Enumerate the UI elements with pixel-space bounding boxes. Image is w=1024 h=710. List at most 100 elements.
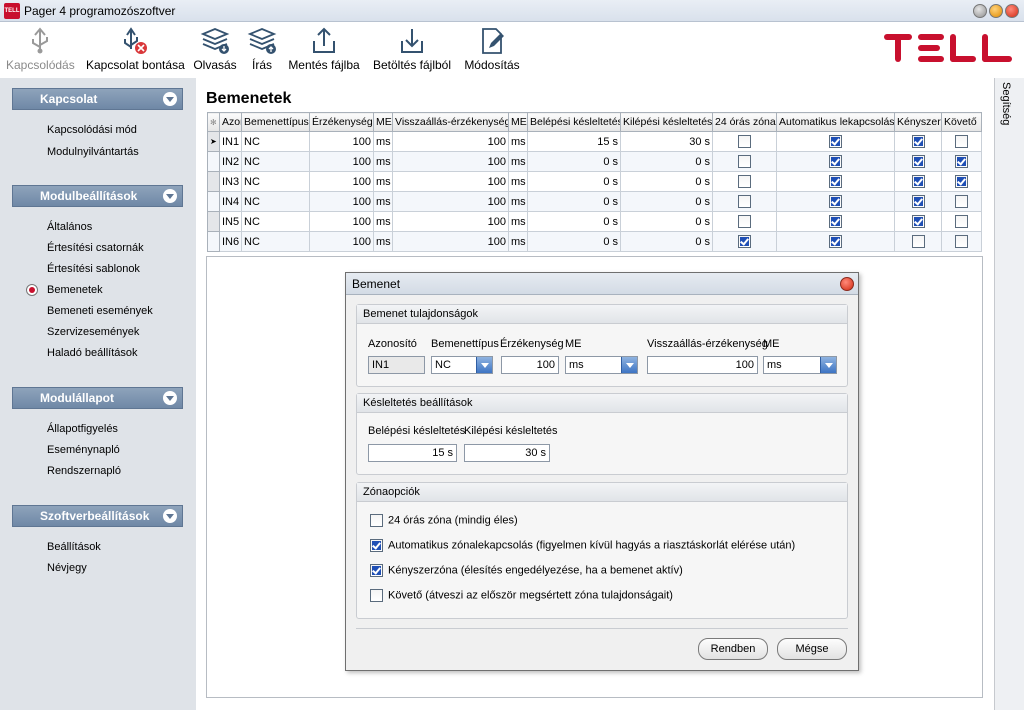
grid-cell[interactable]: ms [373,151,393,172]
grid-cell[interactable]: 100 [392,231,509,252]
sidebar-item-nevjegy[interactable]: Névjegy [47,562,87,574]
grid-cell[interactable]: 0 s [620,211,713,232]
checkbox[interactable] [911,175,925,188]
grid-cell[interactable]: ms [373,191,393,212]
zone-option[interactable]: 24 órás zóna (mindig éles) [370,514,518,527]
table-row[interactable]: ➤ IN1 NC 100 ms 100 ms 15 s 30 s [207,131,982,152]
sidebar-item-beallitasok[interactable]: Beállítások [47,541,101,553]
grid-cell[interactable]: 0 s [620,171,713,192]
checkbox[interactable] [955,135,968,148]
grid-cell[interactable]: NC [241,191,310,212]
sensitivity-unit-select[interactable]: ms [565,356,638,374]
grid-cell[interactable]: IN4 [219,191,242,212]
checkbox[interactable] [829,135,842,148]
sidebar-item-halado-beallitasok[interactable]: Haladó beállítások [47,347,138,359]
grid-checkbox-cell[interactable] [941,171,982,192]
maximize-button[interactable] [989,4,1003,18]
table-row[interactable]: IN2 NC 100 ms 100 ms 0 s0 s [207,151,982,172]
zone-option[interactable]: Automatikus zónalekapcsolás (figyelmen k… [370,539,795,552]
grid-cell[interactable]: IN1 [219,131,242,152]
grid-checkbox-cell[interactable] [894,131,942,152]
grid-cell[interactable]: ms [373,131,393,152]
grid-cell[interactable]: 100 [309,191,374,212]
grid-cell[interactable]: 100 [309,211,374,232]
modify-button[interactable]: Módosítás [462,26,522,76]
dialog-close-button[interactable] [840,277,854,291]
checkbox[interactable] [955,215,968,228]
grid-cell[interactable]: 0 s [527,171,621,192]
checkbox[interactable] [738,175,751,188]
sidebar-item-allapotfigyeles[interactable]: Állapotfigyelés [47,423,118,435]
grid-cell[interactable]: IN6 [219,231,242,252]
col-header[interactable]: 24 órás zóna [712,112,777,132]
table-row[interactable]: IN3 NC 100 ms 100 ms 0 s0 s [207,171,982,192]
grid-cell[interactable]: 0 s [527,151,621,172]
grid-cell[interactable]: 0 s [527,231,621,252]
checkbox[interactable] [738,155,751,168]
grid-checkbox-cell[interactable] [941,191,982,212]
grid-cell[interactable]: NC [241,131,310,152]
col-header[interactable]: Belépési késleltetés [527,112,621,132]
checkbox[interactable] [911,155,925,168]
zone-option[interactable]: Követő (átveszi az először megsértett zó… [370,589,673,602]
checkbox[interactable] [370,564,383,577]
col-header[interactable]: Érzékenység [309,112,374,132]
grid-checkbox-cell[interactable] [941,211,982,232]
sidebar-section-szoftverbeallitasok[interactable]: Szoftverbeállítások [12,505,183,527]
grid-cell[interactable]: ms [508,231,528,252]
grid-cell[interactable]: ms [508,211,528,232]
grid-cell[interactable]: NC [241,211,310,232]
save-to-file-button[interactable]: Mentés fájlba [286,26,362,76]
grid-checkbox-cell[interactable] [776,231,895,252]
col-header[interactable]: Visszaállás-érzékenység [392,112,509,132]
restore-sensitivity-field[interactable]: 100 [647,356,758,374]
checkbox[interactable] [829,155,842,168]
ok-button[interactable]: Rendben [698,638,768,660]
checkbox[interactable] [738,135,751,148]
sidebar-section-modulallapot[interactable]: Modulállapot [12,387,183,409]
checkbox[interactable] [911,235,925,248]
grid-cell[interactable]: NC [241,151,310,172]
checkbox[interactable] [738,215,751,228]
sidebar-item-ertesitesi-sablonok[interactable]: Értesítési sablonok [47,263,140,275]
grid-cell[interactable]: 0 s [620,191,713,212]
grid-cell[interactable]: ms [508,131,528,152]
grid-cell[interactable]: 30 s [620,131,713,152]
grid-cell[interactable]: 100 [309,171,374,192]
checkbox[interactable] [955,235,968,248]
col-header[interactable]: ME [508,112,528,132]
grid-cell[interactable]: 100 [392,171,509,192]
checkbox[interactable] [955,195,968,208]
col-header[interactable]: Kényszer [894,112,942,132]
grid-checkbox-cell[interactable] [712,151,777,172]
entry-delay-field[interactable]: 15 s [368,444,457,462]
checkbox[interactable] [911,135,925,148]
read-button[interactable]: Olvasás [192,26,238,76]
type-select[interactable]: NC [431,356,493,374]
checkbox[interactable] [911,215,925,228]
checkbox[interactable] [370,514,383,527]
table-row[interactable]: IN6 NC 100 ms 100 ms 0 s0 s [207,231,982,252]
minimize-button[interactable] [973,4,987,18]
grid-checkbox-cell[interactable] [776,131,895,152]
checkbox[interactable] [829,215,842,228]
checkbox[interactable] [738,195,751,208]
grid-cell[interactable]: ms [373,211,393,232]
grid-cell[interactable]: 100 [309,151,374,172]
zone-option[interactable]: Kényszerzóna (élesítés engedélyezése, ha… [370,564,683,577]
grid-cell[interactable]: 100 [309,131,374,152]
sidebar-item-esemenynaplo[interactable]: Eseménynapló [47,444,120,456]
sidebar-item-ertesitesi-csatornak[interactable]: Értesítési csatornák [47,242,144,254]
sidebar-item-rendszernaplo[interactable]: Rendszernapló [47,465,121,477]
col-header[interactable]: Bemenettípus [241,112,310,132]
checkbox[interactable] [738,235,751,248]
grid-cell[interactable]: ms [373,171,393,192]
grid-cell[interactable]: 15 s [527,131,621,152]
table-row[interactable]: IN4 NC 100 ms 100 ms 0 s0 s [207,191,982,212]
checkbox[interactable] [829,175,842,188]
grid-cell[interactable]: IN2 [219,151,242,172]
checkbox[interactable] [370,539,383,552]
grid-cell[interactable]: 100 [392,131,509,152]
grid-cell[interactable]: 100 [392,151,509,172]
connect-button[interactable]: Kapcsolódás [6,26,75,76]
